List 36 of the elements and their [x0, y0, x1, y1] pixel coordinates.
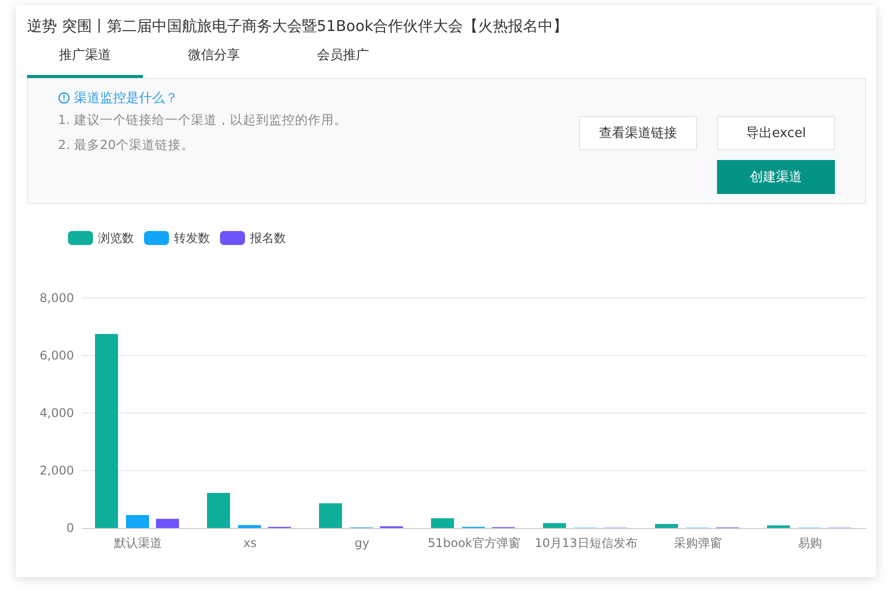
legend-label[interactable]: 浏览数	[98, 230, 134, 246]
x-axis-label: 51book官方弹窗	[428, 536, 520, 550]
bar	[319, 503, 342, 528]
legend-label[interactable]: 转发数	[174, 230, 210, 246]
y-axis-label: 2,000	[40, 464, 74, 478]
page-title: 逆势 突围丨第二届中国航旅电子商务大会暨51Book合作伙伴大会【火热报名中】	[27, 16, 570, 37]
bar	[238, 525, 261, 528]
x-axis-label: 采购弹窗	[674, 536, 722, 550]
bar	[767, 525, 790, 528]
x-axis-label: 10月13日短信发布	[534, 536, 638, 550]
legend-label[interactable]: 报名数	[250, 230, 286, 246]
x-axis-label: xs	[243, 536, 257, 550]
y-axis-label: 4,000	[40, 406, 74, 420]
bar	[431, 518, 454, 528]
tab[interactable]: 微信分享	[156, 38, 272, 78]
y-axis-label: 8,000	[40, 291, 74, 305]
bar	[543, 523, 566, 528]
action-button[interactable]: 导出excel	[717, 116, 835, 150]
create-button[interactable]: 创建渠道	[717, 160, 835, 194]
legend-swatch[interactable]	[144, 231, 169, 245]
bar	[126, 515, 149, 528]
x-axis-label: 默认渠道	[114, 536, 162, 550]
legend-swatch[interactable]	[220, 231, 245, 245]
y-axis-label: 0	[66, 521, 74, 535]
info-icon	[58, 92, 70, 104]
info-text: 1. 建议一个链接给一个渠道，以起到监控的作用。	[58, 111, 347, 129]
action-button[interactable]: 查看渠道链接	[579, 116, 697, 150]
info-text: 2. 最多20个渠道链接。	[58, 136, 195, 154]
x-axis-label: gy	[354, 536, 370, 550]
bar	[156, 518, 179, 528]
tab[interactable]: 会员推广	[285, 38, 401, 78]
bar	[207, 492, 230, 528]
legend-swatch[interactable]	[68, 231, 93, 245]
bar	[655, 524, 678, 528]
x-axis-label: 易购	[798, 536, 822, 550]
y-axis-label: 6,000	[40, 348, 74, 362]
